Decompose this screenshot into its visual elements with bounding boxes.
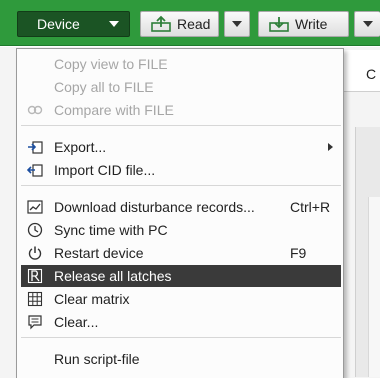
menu-item-shortcut: Ctrl+R <box>290 199 331 215</box>
device-dropdown-menu: Copy view to FILE Copy all to FILE Compa… <box>16 48 344 378</box>
import-icon <box>27 164 43 177</box>
write-icon <box>269 17 289 32</box>
menu-item-label: Clear... <box>54 314 99 330</box>
write-button-label: Write <box>295 16 328 32</box>
read-dropdown-button[interactable] <box>224 11 250 37</box>
device-button-label: Device <box>37 16 80 32</box>
menu-item-run-script-file[interactable]: Run script-file <box>21 348 341 370</box>
write-button[interactable]: Write <box>258 11 349 37</box>
menu-item-label: Copy view to FILE <box>54 56 168 72</box>
menu-item-download-disturbance-records[interactable]: Download disturbance records... Ctrl+R <box>21 196 341 218</box>
menu-separator <box>21 125 341 126</box>
clear-message-icon <box>28 315 42 330</box>
chevron-down-icon <box>232 21 242 27</box>
menu-item-copy-all-to-file[interactable]: Copy all to FILE <box>21 76 341 98</box>
menu-item-label: Import CID file... <box>54 162 156 178</box>
disturbance-chart-icon <box>27 200 43 214</box>
compare-icon <box>27 105 43 115</box>
menu-separator <box>21 337 341 338</box>
menu-item-compare-with-file[interactable]: Compare with FILE <box>21 99 341 121</box>
menu-item-copy-view-to-file[interactable]: Copy view to FILE <box>21 53 341 75</box>
read-icon <box>151 15 171 32</box>
clock-icon <box>27 222 43 238</box>
menu-item-label: Compare with FILE <box>54 102 174 118</box>
power-icon <box>28 246 42 260</box>
read-button-label: Read <box>177 16 211 32</box>
menu-item-clear-matrix[interactable]: Clear matrix <box>21 288 341 310</box>
menu-item-export[interactable]: Export... <box>21 136 341 158</box>
menu-item-shortcut: F9 <box>290 245 307 261</box>
menu-item-label: Export... <box>54 139 107 155</box>
menu-item-label: Sync time with PC <box>54 222 168 238</box>
read-button[interactable]: Read <box>140 11 219 37</box>
background-panel-inner <box>368 197 380 377</box>
menu-separator <box>21 185 341 186</box>
menu-item-import-cid-file[interactable]: Import CID file... <box>21 159 341 181</box>
submenu-arrow-icon <box>328 143 333 151</box>
export-icon <box>28 141 43 154</box>
menu-item-sync-time[interactable]: Sync time with PC <box>21 219 341 241</box>
menu-item-label: Download disturbance records... <box>54 199 255 215</box>
menu-item-label: Run script-file <box>54 351 140 367</box>
device-menu-button[interactable]: Device <box>17 11 130 37</box>
menu-item-label: Copy all to FILE <box>54 79 154 95</box>
write-dropdown-button[interactable] <box>354 11 380 37</box>
release-icon <box>27 268 43 284</box>
grid-icon <box>27 291 43 307</box>
menu-item-label: Release all latches <box>54 268 172 284</box>
menu-item-label: Restart device <box>54 245 144 261</box>
background-tab-label: C <box>366 66 377 82</box>
chevron-down-icon <box>362 21 373 27</box>
menu-item-clear[interactable]: Clear... <box>21 311 341 333</box>
menu-item-release-all-latches[interactable]: Release all latches <box>21 265 341 287</box>
chevron-down-icon <box>109 21 119 27</box>
menu-item-label: Clear matrix <box>54 291 130 307</box>
menu-item-restart-device[interactable]: Restart device F9 <box>21 242 341 264</box>
main-toolbar: Device Read Write <box>0 0 380 46</box>
